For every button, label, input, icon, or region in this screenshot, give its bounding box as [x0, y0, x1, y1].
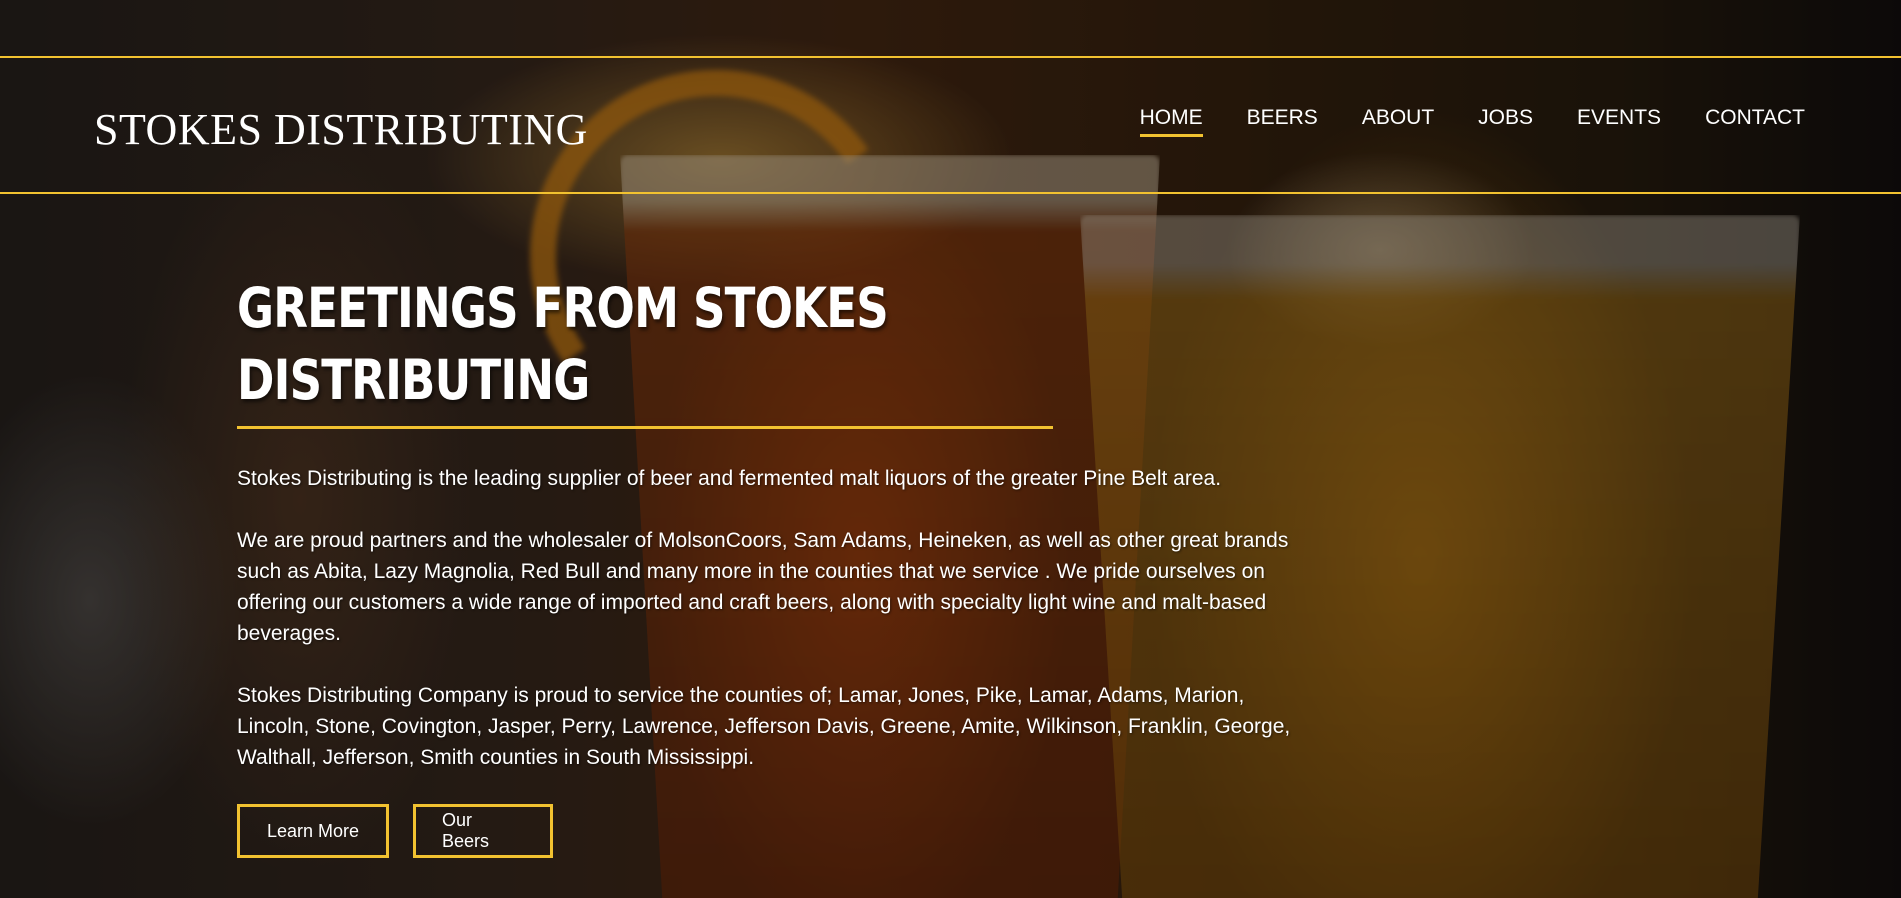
our-beers-button[interactable]: Our Beers: [413, 804, 553, 858]
nav-item-jobs[interactable]: JOBS: [1478, 106, 1533, 134]
nav-item-beers[interactable]: BEERS: [1247, 106, 1318, 134]
title-underline: [237, 426, 1053, 429]
nav-item-contact[interactable]: CONTACT: [1705, 106, 1805, 134]
partners-paragraph: We are proud partners and the wholesaler…: [237, 529, 1289, 645]
page-title: GREETINGS FROM STOKES DISTRIBUTING: [237, 276, 889, 412]
nav-item-events[interactable]: EVENTS: [1577, 106, 1661, 134]
site-logo[interactable]: STOKES DISTRIBUTING: [94, 104, 588, 155]
learn-more-button[interactable]: Learn More: [237, 804, 389, 858]
nav-item-home[interactable]: HOME: [1139, 106, 1203, 137]
site-header: STOKES DISTRIBUTING HOME BEERS ABOUT JOB…: [0, 56, 1901, 194]
intro-paragraph: Stokes Distributing is the leading suppl…: [237, 467, 1222, 490]
nav-item-about[interactable]: ABOUT: [1362, 106, 1434, 134]
main-nav: HOME BEERS ABOUT JOBS EVENTS CONTACT: [1139, 106, 1805, 137]
cta-buttons: Learn More Our Beers: [237, 804, 1307, 858]
counties-paragraph: Stokes Distributing Company is proud to …: [237, 684, 1291, 769]
hero-content: GREETINGS FROM STOKES DISTRIBUTING Stoke…: [237, 272, 1307, 858]
hero-section: STOKES DISTRIBUTING HOME BEERS ABOUT JOB…: [0, 0, 1901, 898]
